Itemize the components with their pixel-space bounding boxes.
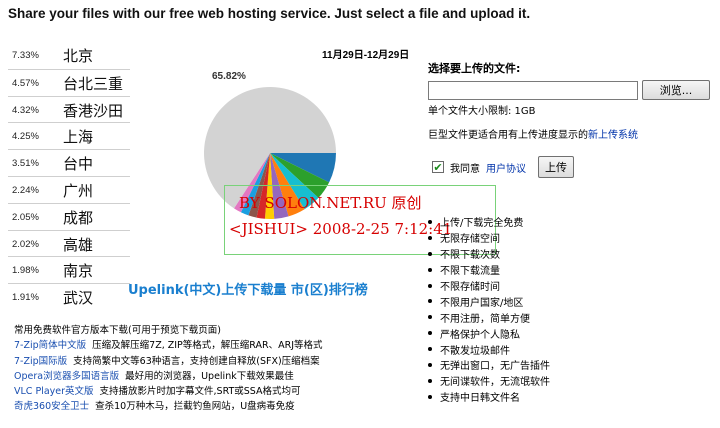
ranking-percent: 4.57% — [12, 77, 39, 89]
software-downloads: 常用免费软件官方版本下载(可用于预览下载页面) 7-Zip简体中文版 压缩及解压缩… — [14, 323, 323, 415]
pie-chart: 65.82% — [204, 71, 336, 219]
software-link[interactable]: 7-Zip国际版 — [14, 356, 67, 367]
ranking-row: 2.24% 广州 — [8, 175, 130, 203]
check-icon: ✔ — [433, 160, 443, 174]
ranking-percent: 2.24% — [12, 184, 39, 196]
software-desc: 支持简繁中文等63种语言，支持创建自释放(SFX)压缩档案 — [73, 355, 320, 367]
chart-title: Upelink(中文)上传下载量 市(区)排行榜 — [128, 283, 368, 298]
software-link[interactable]: 7-Zip简体中文版 — [14, 340, 86, 351]
file-path-input[interactable] — [428, 80, 638, 100]
ranking-city: 南京 — [63, 262, 94, 281]
upload-button[interactable]: 上传 — [538, 156, 574, 178]
ranking-row: 7.33% 北京 — [8, 42, 130, 69]
ranking-percent: 2.05% — [12, 211, 39, 223]
bullet-icon — [428, 362, 432, 367]
feature-item: 不散发垃圾邮件 — [428, 341, 550, 357]
upload-panel: 选择要上传的文件: 浏览... 单个文件大小限制: 1GB 巨型文件更适合用有上… — [428, 60, 718, 178]
ranking-row: 3.51% 台中 — [8, 149, 130, 176]
software-desc: 支持播放影片时加字幕文件,SRT或SSA格式均可 — [99, 386, 301, 398]
bullet-icon — [428, 235, 432, 240]
software-item: 7-Zip简体中文版 压缩及解压缩7Z, ZIP等格式，解压缩RAR、ARJ等格式 — [14, 338, 323, 353]
software-item: VLC Player英文版 支持播放影片时加字幕文件,SRT或SSA格式均可 — [14, 384, 323, 399]
pie-data-label: 65.82% — [212, 71, 246, 82]
ranking-percent: 4.32% — [12, 104, 39, 116]
bullet-icon — [428, 315, 432, 320]
ranking-percent: 1.98% — [12, 265, 39, 277]
ranking-row: 1.91% 武汉 — [8, 283, 130, 310]
page-heading: Share your files with our free web hosti… — [8, 6, 531, 21]
ranking-percent: 3.51% — [12, 158, 39, 170]
software-link[interactable]: VLC Player英文版 — [14, 386, 94, 397]
bullet-icon — [428, 378, 432, 383]
ranking-row: 2.02% 高雄 — [8, 229, 130, 257]
user-agreement-link[interactable]: 用户协议 — [486, 160, 526, 175]
agree-label: 我同意 — [450, 163, 480, 175]
ranking-row: 4.57% 台北三重 — [8, 68, 130, 96]
ranking-row: 4.32% 香港沙田 — [8, 95, 130, 123]
browse-button[interactable]: 浏览... — [642, 80, 710, 100]
software-link[interactable]: 奇虎360安全卫士 — [14, 401, 89, 412]
bullet-icon — [428, 331, 432, 336]
bullet-icon — [428, 219, 432, 224]
ranking-row: 2.05% 成都 — [8, 202, 130, 230]
city-ranking-table: 7.33% 北京 4.57% 台北三重 4.32% 香港沙田 4.25% 上海 3.51… — [8, 42, 130, 310]
feature-item: 无限存储空间 — [428, 230, 550, 246]
software-item: Opera浏览器多国语言版 最好用的浏览器，Upelink下载效果最佳 — [14, 369, 323, 384]
bullet-icon — [428, 251, 432, 256]
feature-item: 上传/下载完全免费 — [428, 214, 550, 230]
ranking-row: 1.98% 南京 — [8, 256, 130, 283]
choose-file-label: 选择要上传的文件: — [428, 62, 521, 75]
software-desc: 压缩及解压缩7Z, ZIP等格式，解压缩RAR、ARJ等格式 — [92, 340, 323, 352]
file-row: 浏览... — [428, 80, 718, 100]
ranking-city: 北京 — [63, 47, 94, 65]
agree-row: ✔ 我同意 用户协议 上传 — [432, 156, 574, 178]
feature-item: 不限下载次数 — [428, 246, 550, 262]
ranking-city: 武汉 — [63, 289, 94, 308]
bullet-icon — [428, 267, 432, 272]
ranking-city: 香港沙田 — [63, 101, 124, 120]
ranking-row: 4.25% 上海 — [8, 122, 130, 149]
ranking-city: 台中 — [63, 155, 94, 174]
software-intro: 常用免费软件官方版本下载(可用于预览下载页面) — [14, 325, 221, 336]
feature-item: 不限存储时间 — [428, 278, 550, 294]
features-list: 上传/下载完全免费 无限存储空间 不限下载次数 不限下载流量 不限存储时间 不限… — [428, 214, 550, 405]
agree-checkbox[interactable]: ✔ — [432, 161, 444, 173]
software-link[interactable]: Opera浏览器多国语言版 — [14, 371, 119, 382]
software-item: 奇虎360安全卫士 查杀10万种木马，拦截钓鱼网站，U盘病毒免疫 — [14, 399, 323, 414]
bullet-icon — [428, 299, 432, 304]
big-file-note: 巨型文件更适合用有上传进度显示的新上传系统 — [428, 126, 638, 141]
feature-item: 无间谍软件，无流氓软件 — [428, 373, 550, 389]
ranking-percent: 1.91% — [12, 292, 39, 304]
feature-item: 严格保护个人隐私 — [428, 325, 550, 341]
feature-item: 无弹出窗口，无广告插件 — [428, 357, 550, 373]
ranking-city: 台北三重 — [63, 74, 124, 93]
feature-item: 不限下载流量 — [428, 262, 550, 278]
chart-date-range: 11月29日-12月29日 — [322, 50, 410, 61]
ranking-city: 高雄 — [63, 235, 94, 254]
feature-item: 不限用户国家/地区 — [428, 293, 550, 309]
bullet-icon — [428, 347, 432, 352]
new-upload-system-link[interactable]: 新上传系统 — [588, 130, 638, 141]
ranking-percent: 2.02% — [12, 238, 39, 250]
feature-item: 支持中日韩文件名 — [428, 389, 550, 405]
bullet-icon — [428, 394, 432, 399]
ranking-percent: 4.25% — [12, 131, 39, 143]
size-limit-text: 单个文件大小限制: 1GB — [428, 106, 536, 117]
software-desc: 最好用的浏览器，Upelink下载效果最佳 — [125, 370, 294, 382]
software-item: 7-Zip国际版 支持简繁中文等63种语言，支持创建自释放(SFX)压缩档案 — [14, 354, 323, 369]
ranking-city: 广州 — [63, 181, 94, 200]
ranking-city: 成都 — [63, 208, 94, 227]
big-file-text: 巨型文件更适合用有上传进度显示的 — [428, 130, 588, 141]
bullet-icon — [428, 283, 432, 288]
ranking-percent: 7.33% — [12, 50, 39, 61]
ranking-city: 上海 — [63, 128, 94, 147]
feature-item: 不用注册，简单方便 — [428, 309, 550, 325]
pie-chart-area: 65.82% — [130, 40, 420, 312]
software-desc: 查杀10万种木马，拦截钓鱼网站，U盘病毒免疫 — [95, 401, 295, 413]
